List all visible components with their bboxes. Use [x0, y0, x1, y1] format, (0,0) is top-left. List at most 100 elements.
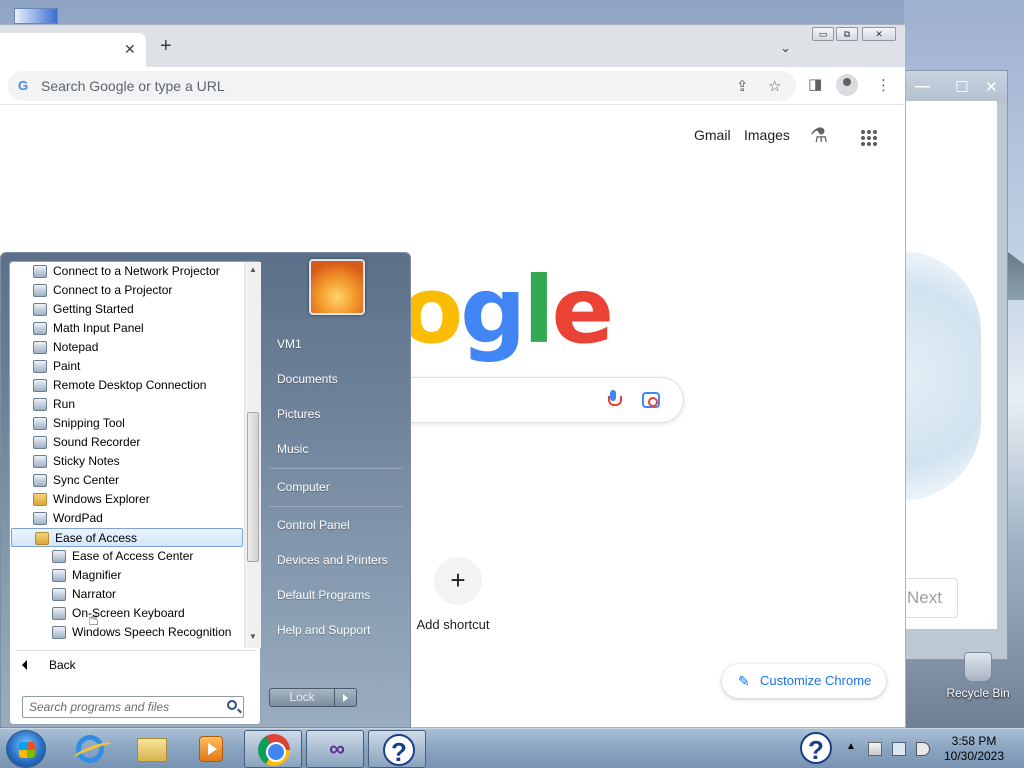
taskbar-media-player[interactable] [182, 730, 240, 768]
minimize-button[interactable]: ▭ [812, 27, 834, 41]
bookmark-star-icon[interactable]: ☆ [768, 77, 781, 95]
program-item[interactable]: Ease of Access Center [10, 547, 244, 566]
back-button[interactable]: Back [22, 658, 76, 672]
share-icon[interactable]: ⇪ [736, 77, 749, 95]
search-icon[interactable] [227, 700, 237, 710]
close-icon[interactable]: ✕ [985, 78, 998, 96]
program-item[interactable]: WordPad [10, 509, 244, 528]
taskbar-visual-studio[interactable]: ∞ [306, 730, 364, 768]
program-item[interactable]: Sound Recorder [10, 433, 244, 452]
tab-search-chevron-icon[interactable]: ⌄ [780, 40, 791, 56]
images-link[interactable]: Images [744, 127, 790, 143]
google-lens-icon[interactable] [642, 392, 660, 408]
program-item[interactable]: Windows Explorer [10, 490, 244, 509]
all-programs-list[interactable]: Connect to a Network Projector Connect to… [10, 262, 244, 648]
start-item-pictures[interactable]: Pictures [277, 407, 320, 421]
programs-pane: Connect to a Network Projector Connect to… [9, 261, 261, 725]
more-menu-icon[interactable]: ⋮ [876, 76, 891, 94]
scroll-up-icon[interactable]: ▲ [249, 265, 257, 274]
wordpad-icon [33, 512, 47, 525]
back-label: Back [49, 658, 76, 672]
omnibox-placeholder[interactable]: Search Google or type a URL [41, 78, 225, 94]
scroll-down-icon[interactable]: ▼ [249, 632, 257, 641]
program-item[interactable]: Windows Speech Recognition [10, 623, 244, 642]
show-hidden-icons-icon[interactable]: ▲ [846, 741, 856, 752]
start-item-computer[interactable]: Computer [277, 480, 330, 494]
close-tab-icon[interactable]: ✕ [124, 41, 136, 58]
start-item-documents[interactable]: Documents [277, 372, 338, 386]
taskbar-explorer[interactable] [122, 730, 180, 768]
program-item[interactable]: Narrator [10, 585, 244, 604]
program-label: Remote Desktop Connection [53, 378, 207, 392]
profile-avatar[interactable] [836, 74, 858, 96]
clock-time: 3:58 PM [951, 734, 997, 748]
getting-started-icon [33, 303, 47, 316]
taskbar-ie[interactable] [60, 730, 118, 768]
search-programs-input[interactable] [23, 697, 213, 717]
program-item[interactable]: Getting Started [10, 300, 244, 319]
program-label: Sync Center [53, 473, 120, 487]
start-item-devices-printers[interactable]: Devices and Printers [277, 553, 388, 567]
apps-grid-icon[interactable] [860, 129, 878, 147]
start-button[interactable] [6, 730, 46, 768]
next-button[interactable]: Next [900, 578, 958, 618]
program-item[interactable]: Run [10, 395, 244, 414]
program-item[interactable]: Sync Center [10, 471, 244, 490]
search-programs-field[interactable] [22, 696, 244, 718]
program-item[interactable]: Paint [10, 357, 244, 376]
lock-button[interactable]: Lock [269, 688, 335, 707]
user-picture[interactable] [309, 259, 365, 315]
plus-icon[interactable]: + [434, 557, 482, 605]
clock[interactable]: 3:58 PM 10/30/2023 [940, 734, 1008, 764]
restore-button[interactable]: ⧉ [836, 27, 858, 41]
tab-strip[interactable]: ✕ + ⌄ ▭ ⧉ ✕ [0, 25, 905, 67]
program-item[interactable]: Magnifier [10, 566, 244, 585]
program-item[interactable]: On-Screen Keyboard [10, 604, 244, 623]
microphone-icon [33, 436, 47, 449]
windows-explorer-icon [137, 738, 167, 762]
search-box[interactable] [380, 377, 684, 423]
start-item-default-programs[interactable]: Default Programs [277, 588, 370, 602]
program-item[interactable]: Sticky Notes [10, 452, 244, 471]
shutdown-options-arrow-icon[interactable] [334, 688, 357, 707]
taskbar-help[interactable]: ? [368, 730, 426, 768]
gmail-link[interactable]: Gmail [694, 127, 731, 143]
voice-search-icon[interactable] [608, 390, 622, 408]
start-item-user[interactable]: VM1 [277, 337, 302, 351]
network-icon[interactable] [892, 742, 906, 756]
program-item[interactable]: Ease of Access [11, 528, 243, 547]
programs-scrollbar[interactable]: ▲ ▼ [244, 262, 261, 648]
program-item[interactable]: Snipping Tool [10, 414, 244, 433]
tab-new-tab[interactable]: ✕ [0, 33, 146, 67]
customize-chrome-button[interactable]: ✎ Customize Chrome [722, 664, 886, 698]
close-window-button[interactable]: ✕ [862, 27, 896, 41]
recycle-bin[interactable]: Recycle Bin [940, 652, 1016, 700]
program-label: Getting Started [53, 302, 134, 316]
back-arrow-icon [22, 660, 27, 670]
minimize-icon[interactable]: — [915, 78, 930, 95]
new-tab-button[interactable]: + [160, 36, 172, 56]
magnifier-icon [52, 569, 66, 582]
taskbar-chrome[interactable] [244, 730, 302, 768]
start-item-control-panel[interactable]: Control Panel [277, 518, 350, 532]
taskbar: ∞ ? ? ▲ 3:58 PM 10/30/2023 [0, 728, 1024, 768]
program-item[interactable]: Notepad [10, 338, 244, 357]
volume-icon[interactable] [916, 742, 930, 756]
action-center-flag-icon[interactable] [868, 742, 882, 756]
start-item-music[interactable]: Music [277, 442, 308, 456]
maximize-icon[interactable]: ☐ [955, 78, 968, 96]
program-label: Magnifier [72, 568, 122, 582]
start-menu[interactable]: Connect to a Network Projector Connect to… [0, 252, 411, 728]
labs-flask-icon[interactable]: ⚗ [810, 123, 828, 148]
add-shortcut-tile[interactable]: + Add shortcut [417, 557, 496, 632]
side-panel-icon[interactable]: ◨ [808, 75, 822, 93]
omnibox[interactable]: G Search Google or type a URL ⇪ ☆ [8, 71, 796, 101]
scrollbar-thumb[interactable] [247, 412, 259, 562]
start-item-help[interactable]: Help and Support [277, 623, 370, 637]
program-item[interactable]: Math Input Panel [10, 319, 244, 338]
program-item[interactable]: Connect to a Projector [10, 281, 244, 300]
program-label: Ease of Access Center [72, 549, 194, 563]
program-item[interactable]: Remote Desktop Connection [10, 376, 244, 395]
tray-help-icon[interactable]: ? [800, 732, 832, 765]
program-item[interactable]: Connect to a Network Projector [10, 262, 244, 281]
